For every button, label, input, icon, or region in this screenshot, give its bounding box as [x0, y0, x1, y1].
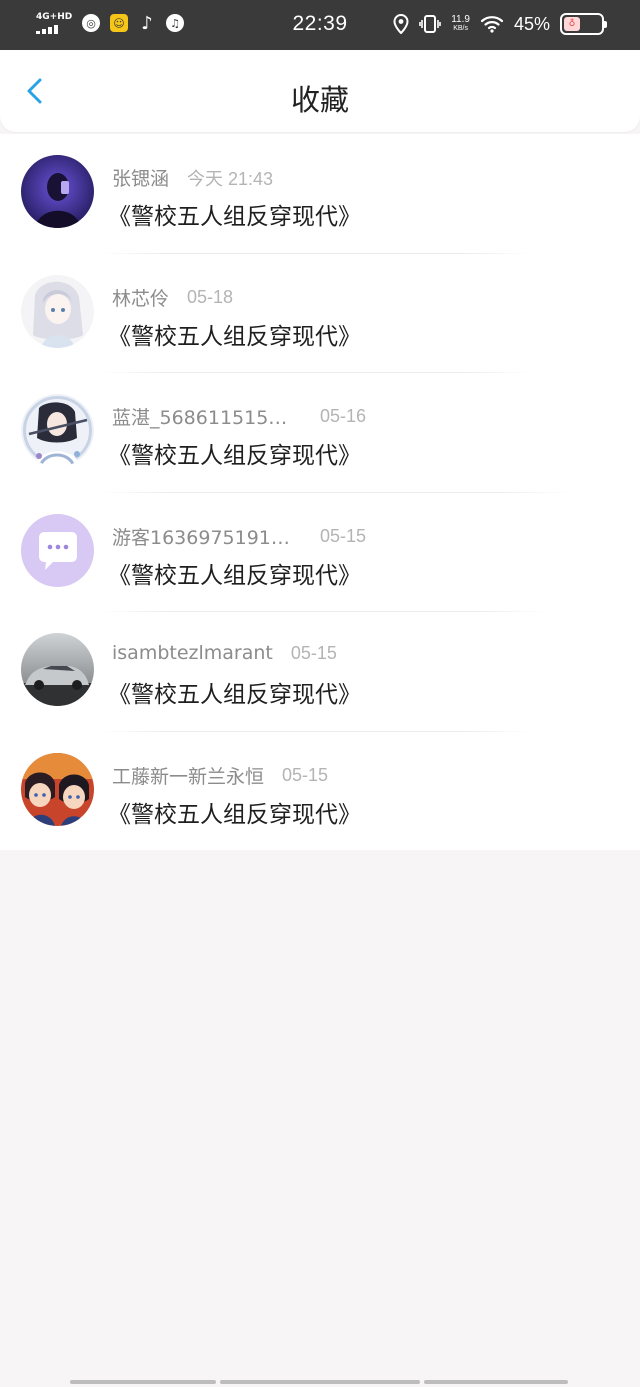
- username: 张锶涵: [112, 168, 170, 190]
- book-title[interactable]: 《警校五人组反穿现代》: [108, 436, 361, 470]
- favorites-list: 张锶涵 今天 21:43 《警校五人组反穿现代》 林芯伶 05-18 《警校五人…: [0, 134, 640, 850]
- avatar[interactable]: [21, 394, 94, 467]
- timestamp: 05-15: [290, 642, 337, 663]
- location-icon: [393, 14, 409, 34]
- username: isambtezlmarant: [112, 642, 273, 664]
- book-title[interactable]: 《警校五人组反穿现代》: [108, 795, 361, 829]
- username: 工藤新一新兰永恒: [112, 765, 265, 788]
- avatar[interactable]: [21, 274, 94, 348]
- username: 林芯伶: [112, 287, 170, 310]
- book-title[interactable]: 《警校五人组反穿现代》: [108, 317, 361, 351]
- timestamp: 今天 21:43: [187, 168, 274, 189]
- avatar[interactable]: [21, 633, 94, 706]
- book-title[interactable]: 《警校五人组反穿现代》: [108, 675, 361, 709]
- timestamp: 05-15: [282, 764, 329, 785]
- home-indicator[interactable]: [70, 1380, 568, 1385]
- status-bar: 4G+HD ◎ ☺ ♪ ♫ 22:39 11.9 KB/s 45% ♁: [0, 0, 640, 50]
- timestamp: 05-15: [320, 525, 367, 546]
- vibrate-icon: [419, 15, 442, 33]
- list-item[interactable]: 林芯伶 05-18 《警校五人组反穿现代》: [0, 254, 640, 373]
- page-header: 收藏: [0, 50, 640, 132]
- network-speed: 11.9 KB/s: [451, 14, 470, 33]
- battery-percent: 45%: [513, 13, 550, 34]
- list-item[interactable]: isambtezlmarant 05-15 《警校五人组反穿现代》: [0, 612, 640, 732]
- battery-icon: ♁: [560, 13, 607, 35]
- page-title: 收藏: [290, 83, 349, 117]
- status-right-icons: 11.9 KB/s 45% ♁: [393, 13, 607, 35]
- avatar[interactable]: [21, 752, 94, 826]
- list-item[interactable]: 张锶涵 今天 21:43 《警校五人组反穿现代》: [0, 134, 640, 254]
- book-title[interactable]: 《警校五人组反穿现代》: [108, 556, 361, 590]
- timestamp: 05-18: [187, 286, 234, 307]
- username: 蓝湛_568611515…: [112, 407, 288, 429]
- book-title[interactable]: 《警校五人组反穿现代》: [108, 197, 361, 231]
- avatar[interactable]: [21, 513, 94, 587]
- list-item[interactable]: 游客1636975191… 05-15 《警校五人组反穿现代》: [0, 493, 640, 612]
- avatar[interactable]: [21, 155, 94, 228]
- list-item[interactable]: 工藤新一新兰永恒 05-15 《警校五人组反穿现代》: [0, 732, 640, 852]
- list-item[interactable]: 蓝湛_568611515… 05-16 《警校五人组反穿现代》: [0, 373, 640, 493]
- wifi-icon: [480, 16, 504, 33]
- timestamp: 05-16: [320, 406, 367, 426]
- username: 游客1636975191…: [112, 526, 290, 549]
